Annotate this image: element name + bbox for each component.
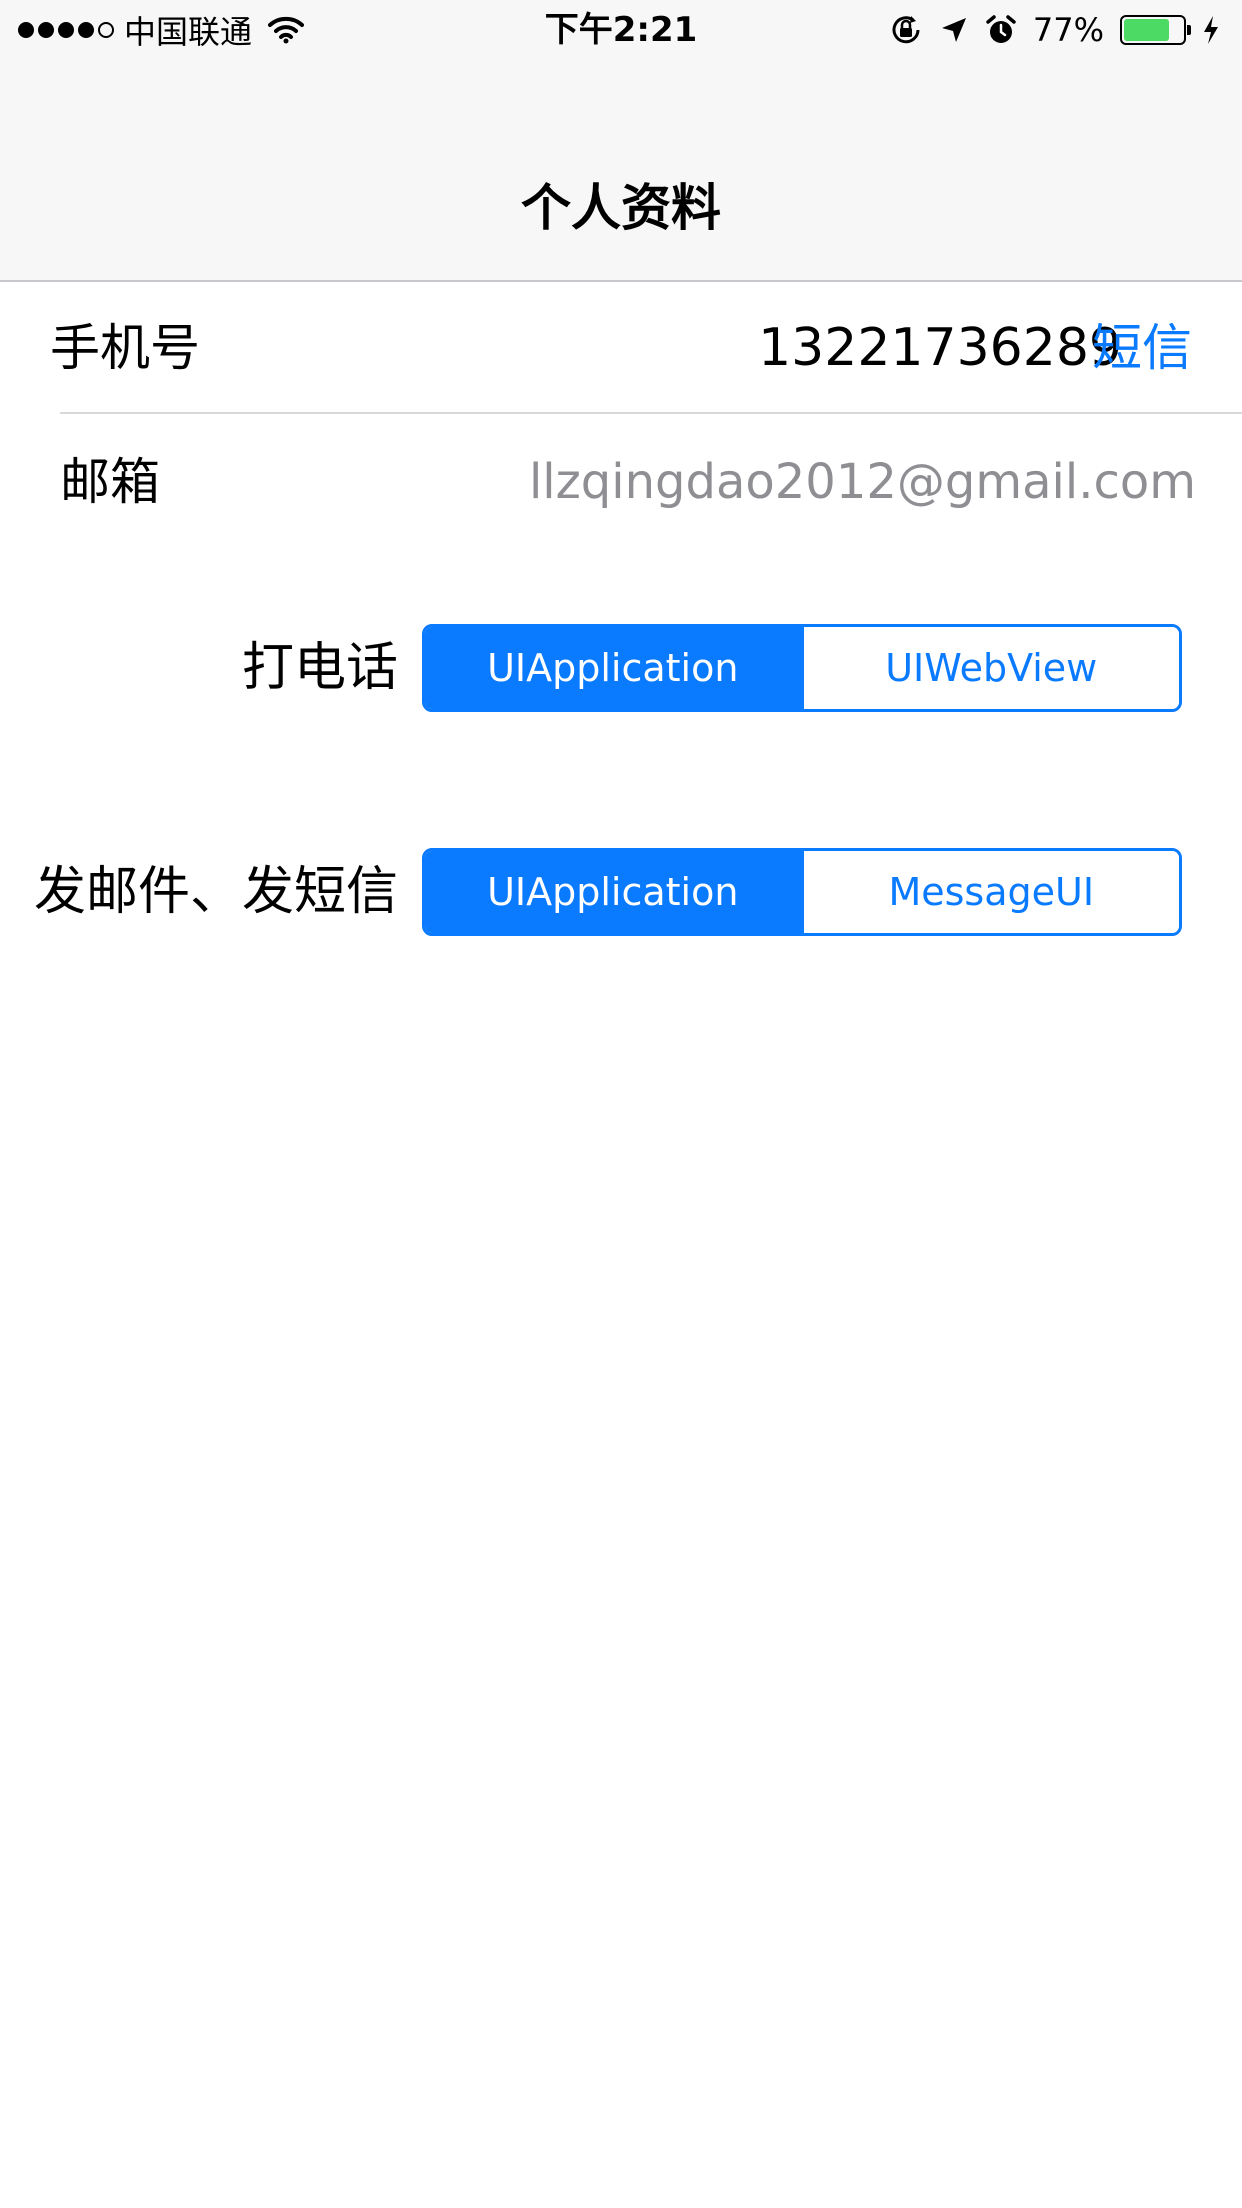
navigation-bar: 个人资料 [0,60,1242,282]
mail-sms-label: 发邮件、发短信 [33,862,398,922]
alarm-clock-icon [986,15,1016,43]
call-control-row: 打电话 UIApplication UIWebView [0,624,1242,712]
call-segment-uiwebview[interactable]: UIWebView [800,627,1179,709]
phone-number: 13221736289 [758,318,1122,378]
battery-percentage: 77% [1032,11,1104,49]
location-arrow-icon [941,18,966,42]
battery-fill [1124,19,1169,41]
battery-icon [1120,15,1191,45]
email-row: 邮箱 llzqingdao2012@gmail.com [0,414,1242,550]
phone-row: 手机号 13221736289 短信 [0,284,1242,412]
mail-segmented-control: UIApplication MessageUI [422,848,1182,936]
status-bar-right: 77% [889,0,1220,60]
charging-bolt-icon [1204,16,1218,44]
mail-control-row: 发邮件、发短信 UIApplication MessageUI [0,848,1242,936]
status-bar: 中国联通 下午2:21 77% [0,0,1242,60]
mail-segment-uiapplication[interactable]: UIApplication [425,851,801,933]
email-address: llzqingdao2012@gmail.com [528,454,1196,510]
call-segmented-control: UIApplication UIWebView [422,624,1182,712]
orientation-lock-icon [892,16,920,44]
page-title: 个人资料 [521,179,721,237]
email-label: 邮箱 [60,453,160,511]
sms-button[interactable]: 短信 [1092,318,1192,378]
call-label: 打电话 [241,638,398,698]
mail-segment-messageui[interactable]: MessageUI [800,851,1179,933]
phone-label: 手机号 [50,319,200,377]
call-segment-uiapplication[interactable]: UIApplication [425,627,801,709]
